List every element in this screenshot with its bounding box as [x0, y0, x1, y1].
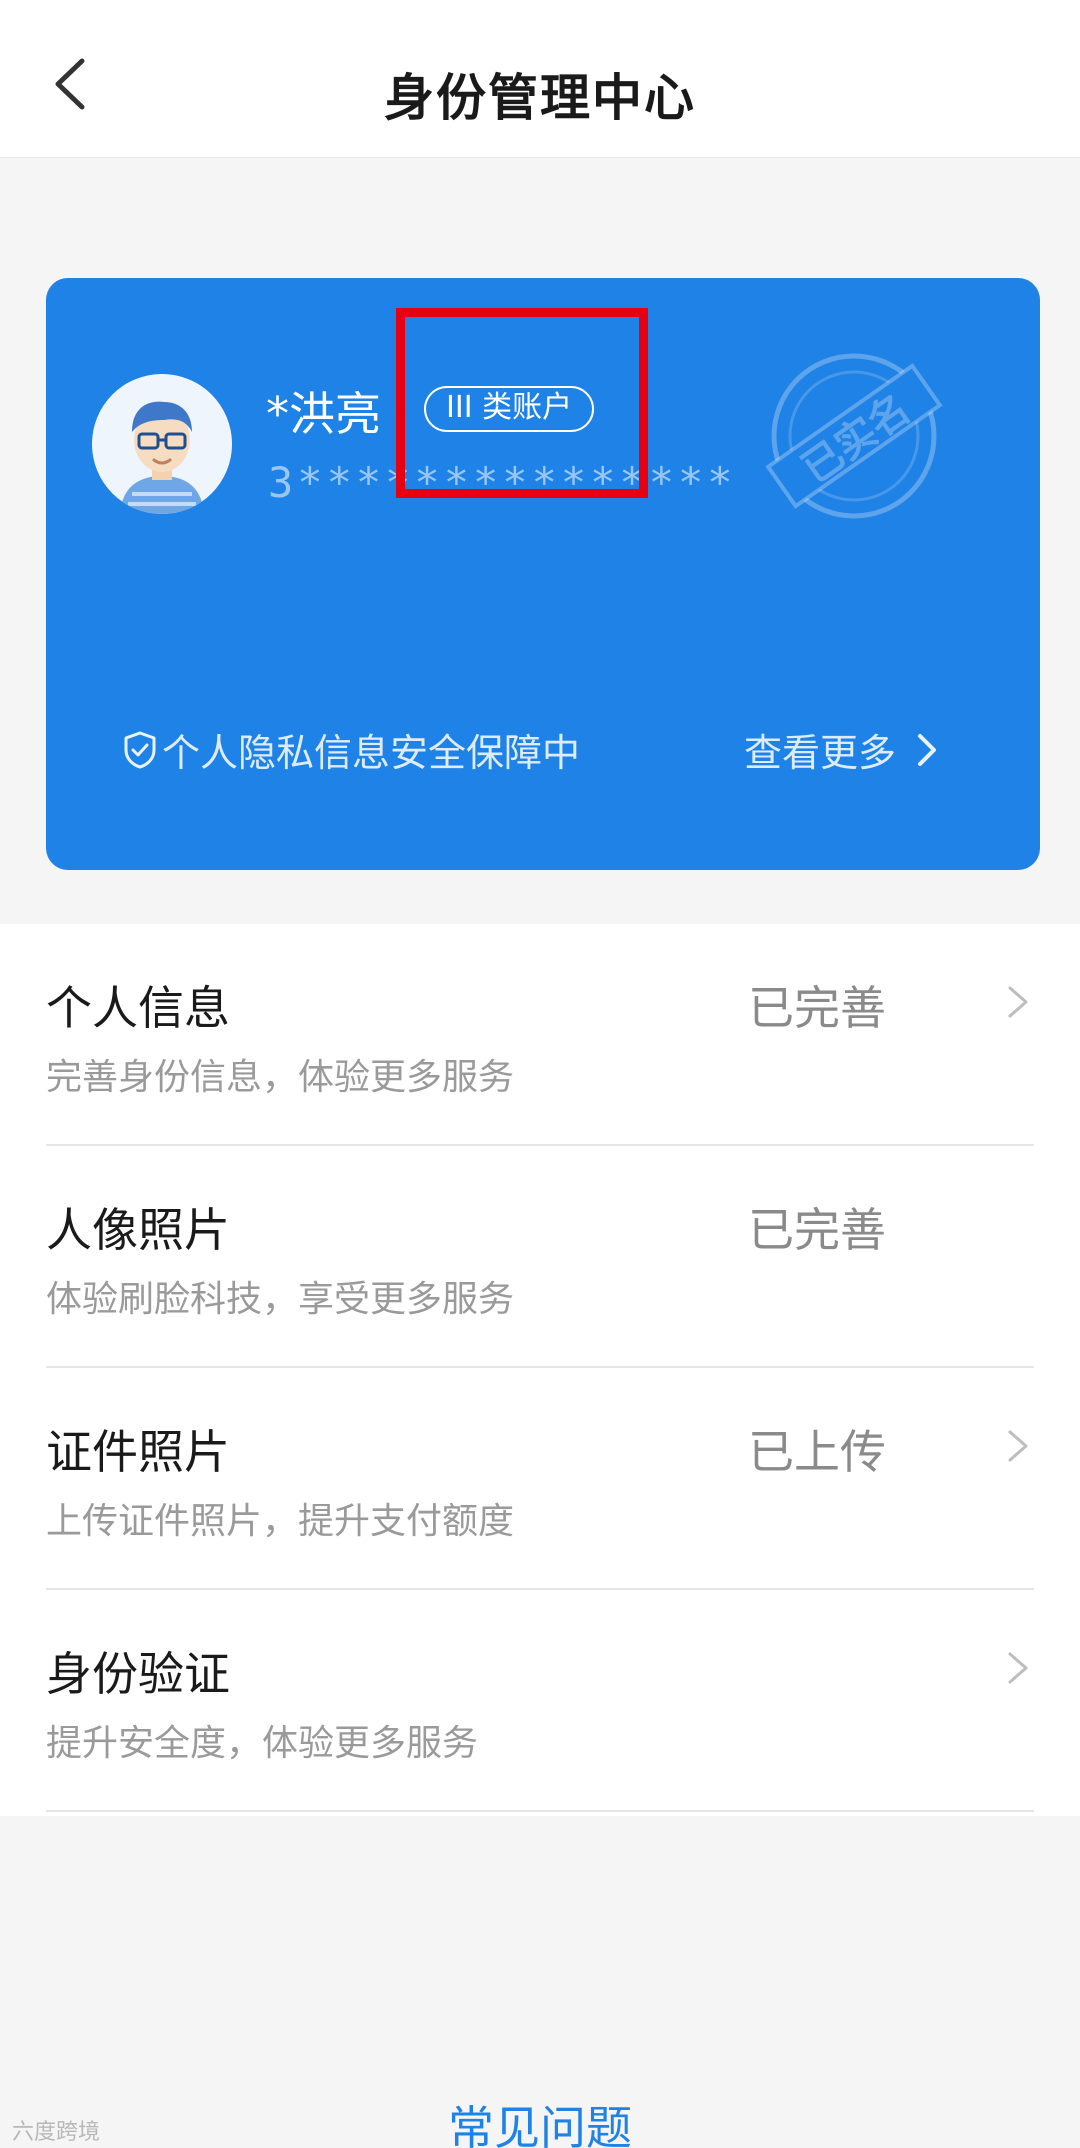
item-status: 已完善 [748, 1203, 886, 1257]
item-status: 已完善 [748, 981, 886, 1035]
item-title: 身份验证 [46, 1647, 230, 1701]
list-item-id-photo[interactable]: 证件照片 上传证件照片，提升支付额度 已上传 [46, 1368, 1034, 1590]
chevron-right-icon [1008, 1430, 1028, 1462]
faq-link[interactable]: 常见问题 [0, 2092, 1080, 2148]
chevron-right-icon [1008, 986, 1028, 1018]
list-item-identity-verification[interactable]: 身份验证 提升安全度，体验更多服务 [46, 1590, 1034, 1812]
user-name: *洪亮 [266, 387, 381, 441]
item-subtitle: 体验刷脸科技，享受更多服务 [46, 1279, 515, 1320]
highlight-annotation-box [396, 308, 648, 498]
item-status: 已上传 [748, 1425, 886, 1479]
identity-settings-list: 个人信息 完善身份信息，体验更多服务 已完善 人像照片 体验刷脸科技，享受更多服… [0, 924, 1080, 1816]
avatar-icon [92, 374, 232, 514]
privacy-notice: 个人隐私信息安全保障中 [122, 722, 580, 777]
divider [46, 1810, 1034, 1812]
item-subtitle: 完善身份信息，体验更多服务 [46, 1057, 515, 1098]
view-more-label: 查看更多 [744, 731, 897, 775]
view-more-link[interactable]: 查看更多 [744, 722, 940, 777]
item-title: 个人信息 [46, 981, 230, 1035]
list-item-personal-info[interactable]: 个人信息 完善身份信息，体验更多服务 已完善 [46, 924, 1034, 1146]
chevron-right-icon [1008, 1652, 1028, 1684]
watermark: 六度跨境 [12, 2120, 101, 2145]
item-title: 人像照片 [46, 1203, 230, 1257]
avatar [92, 374, 232, 514]
item-subtitle: 提升安全度，体验更多服务 [46, 1723, 479, 1764]
list-item-portrait-photo[interactable]: 人像照片 体验刷脸科技，享受更多服务 已完善 [46, 1146, 1034, 1368]
item-subtitle: 上传证件照片，提升支付额度 [46, 1501, 515, 1542]
header-bar: 身份管理中心 [0, 0, 1080, 158]
item-title: 证件照片 [46, 1425, 230, 1479]
page-title: 身份管理中心 [384, 69, 696, 127]
shield-check-icon [124, 731, 156, 768]
chevron-right-icon [918, 733, 937, 766]
privacy-text: 个人隐私信息安全保障中 [162, 731, 581, 775]
verified-stamp: 已实名 [764, 346, 944, 526]
